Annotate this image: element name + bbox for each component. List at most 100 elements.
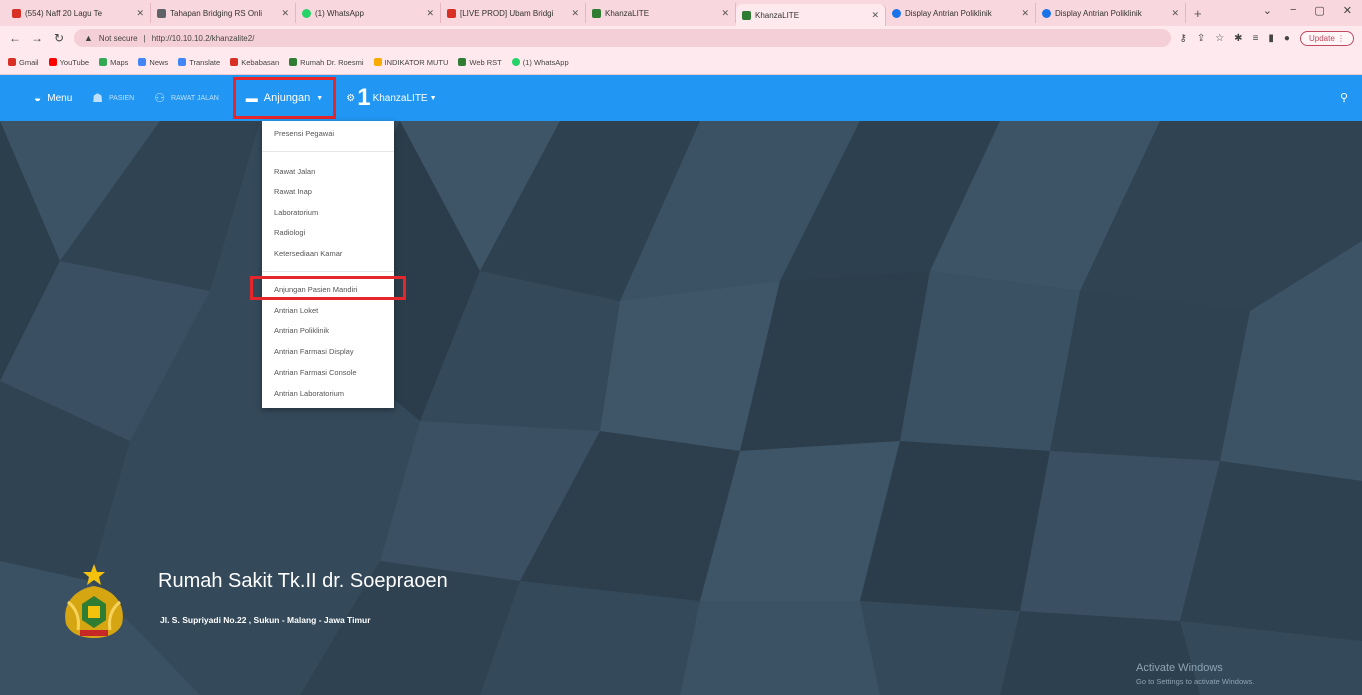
close-icon[interactable]: ✕: [867, 10, 879, 21]
globe-icon: [458, 58, 467, 66]
globe-favicon-icon: [892, 8, 901, 18]
bookmark-rumah[interactable]: Rumah Dr. Roesmi: [289, 58, 364, 67]
maximize-button[interactable]: ▢: [1314, 4, 1324, 17]
close-icon[interactable]: ✕: [1017, 8, 1029, 19]
back-arrow-icon[interactable]: ←: [8, 31, 22, 45]
bookmark-translate[interactable]: Translate: [178, 58, 220, 67]
tab-search-icon[interactable]: ⌄: [1263, 4, 1272, 17]
news-icon: [138, 58, 147, 66]
globe-favicon-icon: [1042, 8, 1051, 18]
playlist-icon[interactable]: ≡: [1253, 33, 1259, 44]
bookmarks-bar: Gmail YouTube Maps News Translate Kebaba…: [0, 50, 1362, 75]
close-icon[interactable]: ✕: [717, 8, 729, 19]
menu-divider: [262, 271, 394, 272]
menu-item-anjungan-pasien-mandiri[interactable]: Anjungan Pasien Mandiri: [274, 285, 357, 294]
menu-item-antrian-poliklinik[interactable]: Antrian Poliklinik: [274, 326, 329, 335]
browser-tab[interactable]: (554) Naff 20 Lagu Te ✕: [6, 3, 151, 23]
bookmark-gmail[interactable]: Gmail: [8, 58, 39, 67]
bookmark-youtube[interactable]: YouTube: [48, 58, 89, 67]
minimize-button[interactable]: −: [1290, 4, 1296, 17]
address-bar[interactable]: ▲ Not secure | http://10.10.10.2/khanzal…: [74, 29, 1172, 47]
folder-icon: [373, 58, 382, 66]
star-icon[interactable]: ☆: [1215, 33, 1224, 44]
browser-tabstrip: (554) Naff 20 Lagu Te ✕ Tahapan Bridging…: [0, 0, 1362, 26]
browser-tab[interactable]: Display Antrian Poliklinik ✕: [1036, 3, 1186, 23]
keyboard-icon: ▬: [245, 91, 258, 105]
close-icon[interactable]: ✕: [1167, 8, 1179, 19]
close-icon[interactable]: ✕: [277, 8, 289, 19]
polygon-pattern: [0, 121, 1362, 695]
close-icon[interactable]: ✕: [422, 8, 434, 19]
menu-icon: ◒: [34, 91, 42, 105]
bookmark-maps[interactable]: Maps: [99, 58, 128, 67]
menu-item-radiologi[interactable]: Radiologi: [274, 228, 305, 237]
app-navbar: ◒ Menu ☗ PASIEN ⚇ RAWAT JALAN ▬ Anjungan…: [0, 75, 1362, 121]
nav-anjungan[interactable]: ▬ Anjungan ▼: [232, 77, 337, 119]
sidepanel-icon[interactable]: ▮: [1268, 33, 1274, 44]
whatsapp-icon: [511, 58, 520, 66]
extension-icons: ⚷ ⇪ ☆ ✱ ≡ ▮ ● Update ⋮: [1179, 30, 1354, 46]
url-text: http://10.10.10.2/khanzalite2/: [151, 33, 255, 43]
windows-activation-watermark: Activate Windows Go to Settings to activ…: [1136, 662, 1255, 686]
khanza-favicon-icon: [742, 10, 751, 20]
gmail-favicon-icon: [447, 8, 456, 18]
bookmark-news[interactable]: News: [138, 58, 168, 67]
menu-item-antrian-laboratorium[interactable]: Antrian Laboratorium: [274, 389, 344, 398]
divider: |: [143, 33, 146, 43]
menu-item-rawat-jalan[interactable]: Rawat Jalan: [274, 167, 315, 176]
youtube-favicon-icon: [12, 8, 21, 18]
menu-item-rawat-inap[interactable]: Rawat Inap: [274, 187, 312, 196]
maps-icon: [99, 58, 108, 66]
key-icon[interactable]: ⚷: [1179, 33, 1186, 44]
globe-favicon-icon: [157, 8, 166, 18]
browser-tab[interactable]: [LIVE PROD] Ubam Bridgi ✕: [441, 3, 586, 23]
bookmark-kebabasan[interactable]: Kebabasan: [230, 58, 279, 67]
gmail-icon: [8, 58, 16, 66]
anjungan-dropdown-menu: Presensi Pegawai Rawat Jalan Rawat Inap …: [250, 121, 406, 408]
close-window-button[interactable]: ✕: [1343, 4, 1352, 17]
hospital-address: Jl. S. Supriyadi No.22 , Sukun - Malang …: [160, 615, 371, 625]
step-number: 1: [357, 84, 371, 111]
security-status: Not secure: [98, 33, 138, 43]
whatsapp-favicon-icon: [302, 8, 311, 18]
gear-icon: ⚙: [346, 92, 356, 104]
translate-icon: [178, 58, 187, 66]
update-button[interactable]: Update ⋮: [1299, 30, 1354, 46]
patient-icon: ☗: [92, 91, 104, 105]
main-background: [0, 121, 1362, 695]
browser-tab[interactable]: (1) WhatsApp ✕: [296, 3, 441, 23]
browser-tab[interactable]: Display Antrian Poliklinik ✕: [886, 3, 1036, 23]
youtube-icon: [48, 58, 57, 66]
nav-pasien[interactable]: ☗ PASIEN: [82, 75, 144, 121]
menu-item-antrian-loket[interactable]: Antrian Loket: [274, 306, 318, 315]
menu-item-laboratorium[interactable]: Laboratorium: [274, 208, 318, 217]
menu-item-antrian-farmasi-console[interactable]: Antrian Farmasi Console: [274, 368, 357, 377]
browser-toolbar: ← → ↻ ▲ Not secure | http://10.10.10.2/k…: [0, 26, 1362, 50]
close-icon[interactable]: ✕: [132, 8, 144, 19]
browser-tab[interactable]: Tahapan Bridging RS Onli ✕: [151, 3, 296, 23]
search-icon[interactable]: ⚲: [1340, 91, 1348, 104]
hospital-name: Rumah Sakit Tk.II dr. Soepraoen: [158, 570, 448, 592]
browser-tab-active[interactable]: KhanzaLITE ✕: [736, 4, 886, 26]
hospital-emblem-logo: [65, 564, 123, 638]
share-icon[interactable]: ⇪: [1197, 33, 1205, 44]
bookmark-whatsapp[interactable]: (1) WhatsApp: [511, 58, 569, 67]
bookmark-web-rst[interactable]: Web RST: [458, 58, 502, 67]
nav-khanzalite[interactable]: ⚙ 1 KhanzaLITE ▼: [336, 75, 446, 121]
caret-down-icon: ▼: [429, 94, 437, 102]
profile-avatar-icon[interactable]: ●: [1284, 33, 1290, 44]
menu-item-presensi-pegawai[interactable]: Presensi Pegawai: [274, 129, 334, 138]
nav-rawat-jalan[interactable]: ⚇ RAWAT JALAN: [144, 75, 229, 121]
globe-icon: [289, 58, 298, 66]
menu-item-ketersediaan-kamar[interactable]: Ketersediaan Kamar: [274, 249, 342, 258]
new-tab-button[interactable]: +: [1186, 6, 1210, 21]
browser-tab[interactable]: KhanzaLITE ✕: [586, 3, 736, 23]
bookmark-indikator-mutu[interactable]: INDIKATOR MUTU: [373, 58, 448, 67]
puzzle-icon[interactable]: ✱: [1234, 33, 1242, 44]
forward-arrow-icon[interactable]: →: [30, 31, 44, 45]
nav-menu[interactable]: ◒ Menu: [24, 75, 82, 121]
menu-item-antrian-farmasi-display[interactable]: Antrian Farmasi Display: [274, 347, 354, 356]
reload-icon[interactable]: ↻: [52, 31, 66, 45]
close-icon[interactable]: ✕: [567, 8, 579, 19]
warning-icon: ▲: [84, 33, 93, 43]
